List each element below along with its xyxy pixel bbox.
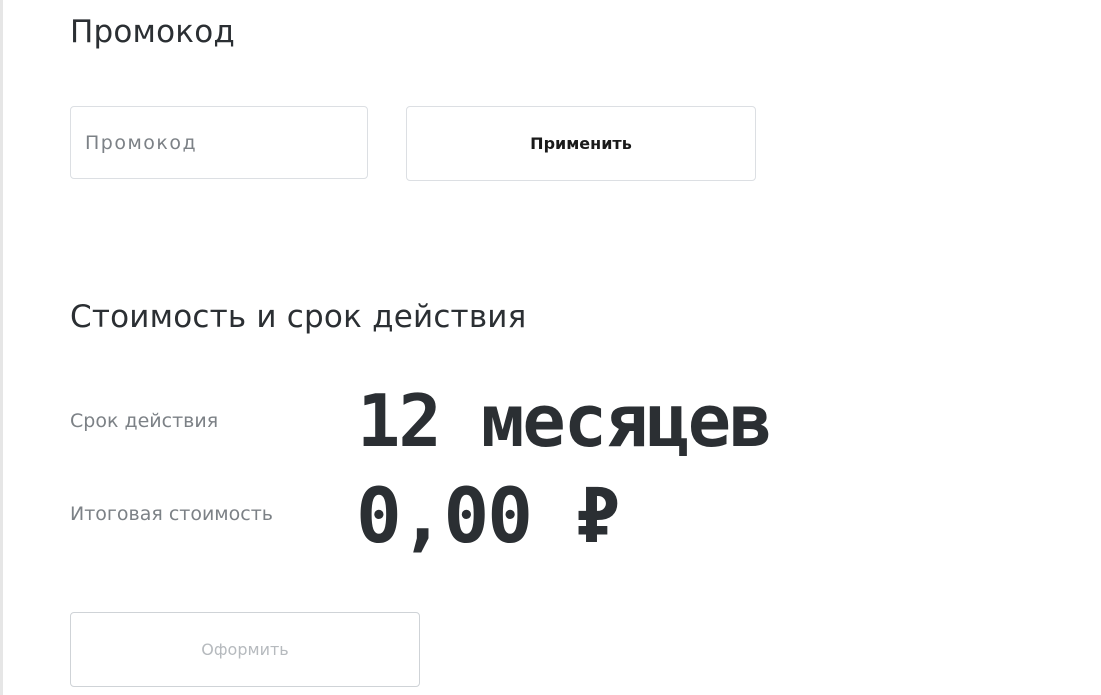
apply-promo-button[interactable]: Применить: [406, 106, 756, 181]
submit-order-button[interactable]: Оформить: [70, 612, 420, 687]
total-cost-label: Итоговая стоимость: [70, 503, 273, 525]
promo-section-title: Промокод: [70, 14, 236, 50]
term-value: 12 месяцев: [357, 379, 772, 463]
term-label: Срок действия: [70, 410, 219, 432]
cost-section-title: Стоимость и срок действия: [70, 299, 527, 335]
left-divider: [0, 0, 3, 695]
total-cost-value: 0,00 ₽: [356, 471, 621, 560]
promo-code-input[interactable]: [70, 106, 368, 179]
